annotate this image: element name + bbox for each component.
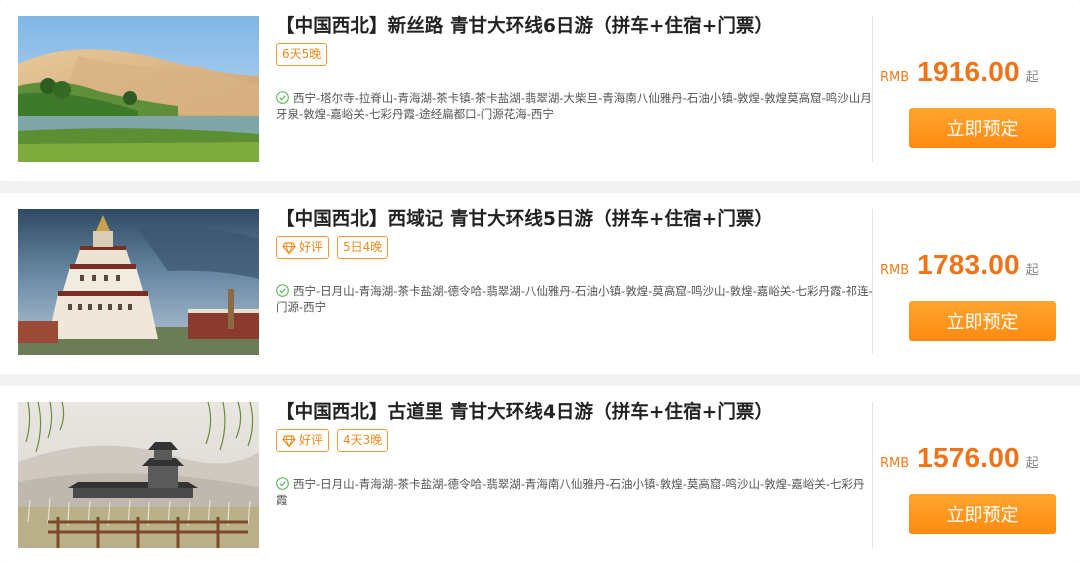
route-text: 西宁-日月山-青海湖-茶卡盐湖-德令哈-翡翠湖-青海南八仙雅丹-石油小镇-敦煌-…: [276, 477, 865, 507]
tag-list: 好评 5日4晚: [276, 236, 389, 259]
route-text: 西宁-塔尔寺-拉脊山-青海湖-茶卡镇-茶卡盐湖-翡翠湖-大柴旦-青海南八仙雅丹-…: [276, 91, 872, 121]
price-amount: 1576.00: [917, 442, 1020, 473]
book-now-button[interactable]: 立即预定: [909, 301, 1056, 341]
tag-list: 6天5晚: [276, 43, 328, 66]
route-text: 西宁-日月山-青海湖-茶卡盐湖-德令哈-翡翠湖-八仙雅丹-石油小镇-敦煌-莫高窟…: [276, 284, 873, 314]
desert-oasis-image: [18, 16, 259, 162]
price-suffix: 起: [1025, 456, 1039, 471]
check-circle-icon: [276, 477, 289, 490]
tour-photo-pavilion-dunes[interactable]: [18, 402, 259, 548]
price-suffix: 起: [1025, 70, 1039, 85]
duration-tag: 6天5晚: [276, 43, 328, 66]
route-description: 西宁-塔尔寺-拉脊山-青海湖-茶卡镇-茶卡盐湖-翡翠湖-大柴旦-青海南八仙雅丹-…: [276, 90, 874, 122]
good-review-label: 好评: [299, 240, 324, 254]
tour-photo-monastery[interactable]: [18, 209, 259, 355]
price: RMB 1783.00 起: [880, 249, 1070, 281]
check-circle-icon: [276, 284, 289, 297]
price: RMB 1916.00 起: [880, 56, 1070, 88]
price: RMB 1576.00 起: [880, 442, 1070, 474]
duration-tag: 5日4晚: [337, 236, 389, 259]
diamond-icon: [282, 434, 296, 448]
price-amount: 1916.00: [917, 56, 1020, 87]
duration-tag: 4天3晚: [337, 429, 389, 452]
good-review-badge: 好评: [276, 429, 330, 452]
tour-title[interactable]: 【中国西北】古道里 青甘大环线4日游（拼车+住宿+门票）: [276, 398, 866, 424]
book-now-button[interactable]: 立即预定: [909, 108, 1056, 148]
tour-title[interactable]: 【中国西北】新丝路 青甘大环线6日游（拼车+住宿+门票）: [276, 12, 866, 38]
currency-label: RMB: [880, 263, 910, 278]
good-review-badge: 好评: [276, 236, 330, 259]
divider: [872, 209, 873, 355]
price-suffix: 起: [1025, 263, 1039, 278]
route-description: 西宁-日月山-青海湖-茶卡盐湖-德令哈-翡翠湖-八仙雅丹-石油小镇-敦煌-莫高窟…: [276, 283, 874, 315]
divider: [872, 402, 873, 548]
diamond-icon: [282, 241, 296, 255]
book-now-button[interactable]: 立即预定: [909, 494, 1056, 534]
tour-photo-desert-oasis[interactable]: [18, 16, 259, 162]
tag-list: 好评 4天3晚: [276, 429, 389, 452]
tour-card[interactable]: 【中国西北】古道里 青甘大环线4日游（拼车+住宿+门票） 好评 4天3晚 西宁-…: [0, 386, 1080, 564]
tour-title[interactable]: 【中国西北】西域记 青甘大环线5日游（拼车+住宿+门票）: [276, 205, 866, 231]
pavilion-dunes-image: [18, 402, 259, 548]
divider: [872, 16, 873, 162]
monastery-image: [18, 209, 259, 355]
check-circle-icon: [276, 91, 289, 104]
route-description: 西宁-日月山-青海湖-茶卡盐湖-德令哈-翡翠湖-青海南八仙雅丹-石油小镇-敦煌-…: [276, 476, 874, 508]
tour-card[interactable]: 【中国西北】西域记 青甘大环线5日游（拼车+住宿+门票） 好评 5日4晚 西宁-…: [0, 193, 1080, 374]
currency-label: RMB: [880, 456, 910, 471]
good-review-label: 好评: [299, 433, 324, 447]
price-amount: 1783.00: [917, 249, 1020, 280]
currency-label: RMB: [880, 70, 910, 85]
tour-card[interactable]: 【中国西北】新丝路 青甘大环线6日游（拼车+住宿+门票） 6天5晚 西宁-塔尔寺…: [0, 0, 1080, 181]
